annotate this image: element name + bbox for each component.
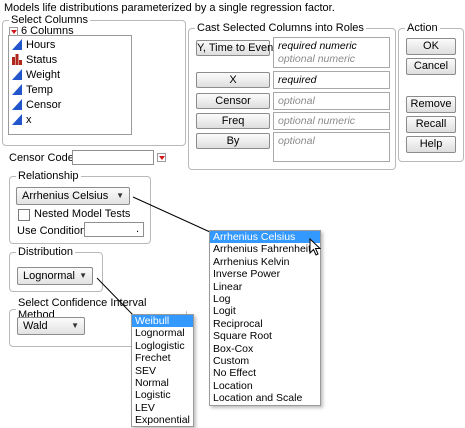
option-item[interactable]: LEV bbox=[132, 402, 193, 414]
option-item[interactable]: Location and Scale bbox=[210, 392, 320, 404]
distribution-callout-line bbox=[96, 277, 134, 316]
option-item[interactable]: Arrhenius Kelvin bbox=[210, 256, 320, 268]
option-item[interactable]: SEV bbox=[132, 365, 193, 377]
relationship-options-list[interactable]: Arrhenius Celsius Arrhenius Fahrenheit Arr… bbox=[209, 230, 321, 406]
option-item[interactable]: Box-Cox bbox=[210, 343, 320, 355]
option-item[interactable]: Arrhenius Celsius bbox=[210, 231, 320, 244]
option-item[interactable]: Weibull bbox=[132, 315, 193, 328]
option-item[interactable]: Inverse Power bbox=[210, 268, 320, 280]
option-item[interactable]: Normal bbox=[132, 377, 193, 389]
option-item[interactable]: Linear bbox=[210, 281, 320, 293]
option-item[interactable]: Arrhenius Fahrenheit bbox=[210, 243, 320, 255]
distribution-options-list[interactable]: Weibull Lognormal Loglogistic Frechet SEV Nor… bbox=[131, 314, 194, 427]
option-item[interactable]: Location bbox=[210, 380, 320, 392]
option-item[interactable]: Lognormal bbox=[132, 327, 193, 339]
option-item[interactable]: Log bbox=[210, 293, 320, 305]
option-item[interactable]: Logit bbox=[210, 305, 320, 317]
option-item[interactable]: Logistic bbox=[132, 389, 193, 401]
mouse-cursor-icon bbox=[309, 238, 321, 256]
option-item[interactable]: Frechet bbox=[132, 352, 193, 364]
option-item[interactable]: No Effect bbox=[210, 367, 320, 379]
option-item[interactable]: Reciprocal bbox=[210, 318, 320, 330]
option-item[interactable]: Exponential bbox=[132, 414, 193, 426]
option-item[interactable]: Loglogistic bbox=[132, 340, 193, 352]
relationship-callout-line bbox=[132, 196, 211, 233]
option-item[interactable]: Square Root bbox=[210, 330, 320, 342]
option-item[interactable]: Custom bbox=[210, 355, 320, 367]
